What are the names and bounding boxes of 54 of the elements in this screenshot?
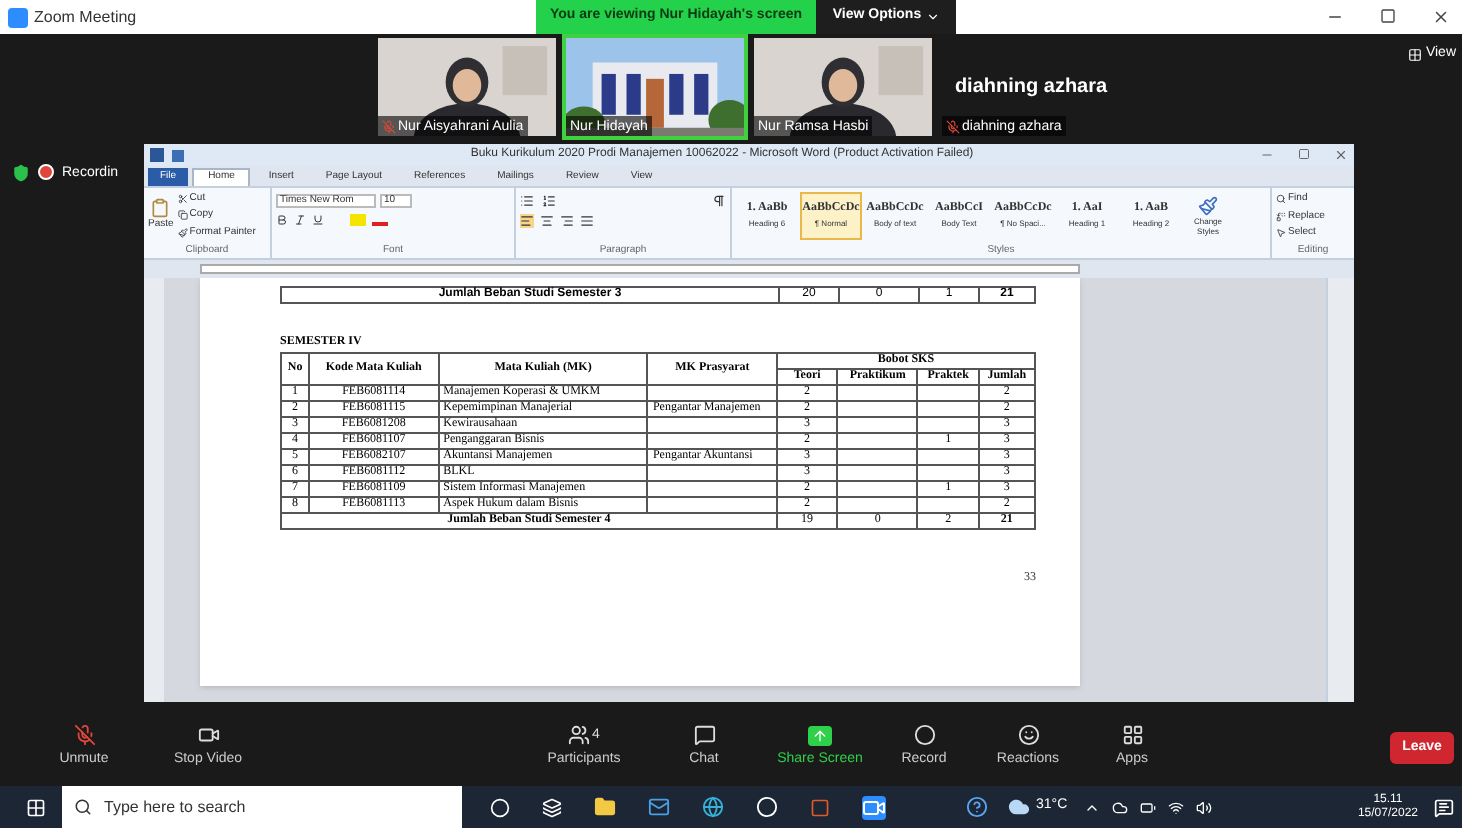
scissors-icon (177, 193, 188, 204)
bold-icon[interactable] (276, 214, 288, 226)
notification-icon[interactable] (1434, 797, 1454, 817)
record-icon (913, 724, 935, 747)
security-shield-icon (12, 164, 30, 182)
cloud-icon[interactable] (1111, 799, 1128, 815)
justify-icon[interactable] (580, 214, 594, 228)
highlight-color-icon[interactable] (350, 214, 366, 226)
battery-icon[interactable] (1139, 799, 1156, 815)
volume-icon[interactable] (1195, 799, 1212, 815)
italic-icon[interactable] (294, 214, 306, 226)
pilcrow-icon[interactable] (712, 194, 726, 208)
mail-icon[interactable] (648, 796, 670, 818)
video-icon (197, 724, 219, 747)
underline-icon[interactable] (312, 214, 324, 226)
clipboard-icon (150, 198, 171, 218)
pointer-icon (1276, 228, 1286, 239)
search-icon (74, 798, 92, 816)
reactions-icon (1017, 724, 1039, 747)
widgets-icon[interactable] (542, 797, 562, 817)
copy-icon (177, 210, 188, 221)
close-icon[interactable] (1432, 8, 1450, 26)
apps-icon (1121, 724, 1143, 747)
vertical-scrollbar[interactable] (1326, 278, 1354, 702)
numbering-icon[interactable] (542, 194, 556, 208)
caret-icon (925, 10, 940, 24)
start-icon[interactable] (26, 797, 46, 817)
chat-icon (693, 724, 715, 747)
align-right-icon[interactable] (560, 214, 574, 228)
app-icon[interactable] (756, 796, 778, 818)
wifi-icon[interactable] (1167, 799, 1184, 815)
bullets-icon[interactable] (520, 194, 534, 208)
maximize-icon[interactable] (1298, 148, 1310, 160)
align-center-icon[interactable] (540, 214, 554, 228)
share-screen-icon (808, 725, 832, 746)
replace-icon (1276, 211, 1286, 222)
search-icon (1276, 194, 1286, 205)
search-field[interactable]: Type here to search (62, 786, 462, 828)
close-icon[interactable] (1334, 148, 1348, 162)
task-view-icon[interactable] (490, 797, 510, 817)
participants-icon (568, 724, 591, 747)
help-icon[interactable] (966, 796, 988, 818)
search-placeholder: Type here to search (104, 795, 246, 819)
mic-icon (73, 724, 95, 747)
recording-indicator-icon (38, 164, 54, 180)
maximize-icon[interactable] (1380, 8, 1396, 24)
grid-icon (1407, 47, 1422, 62)
browser-icon[interactable] (702, 796, 724, 818)
folder-icon[interactable] (594, 796, 616, 818)
participant-name: diahning azhara (954, 74, 1108, 102)
align-left-icon[interactable] (520, 214, 534, 228)
window-title: Zoom Meeting (34, 5, 137, 29)
paintbrush-icon (177, 227, 188, 238)
weather-icon[interactable] (1008, 796, 1030, 818)
